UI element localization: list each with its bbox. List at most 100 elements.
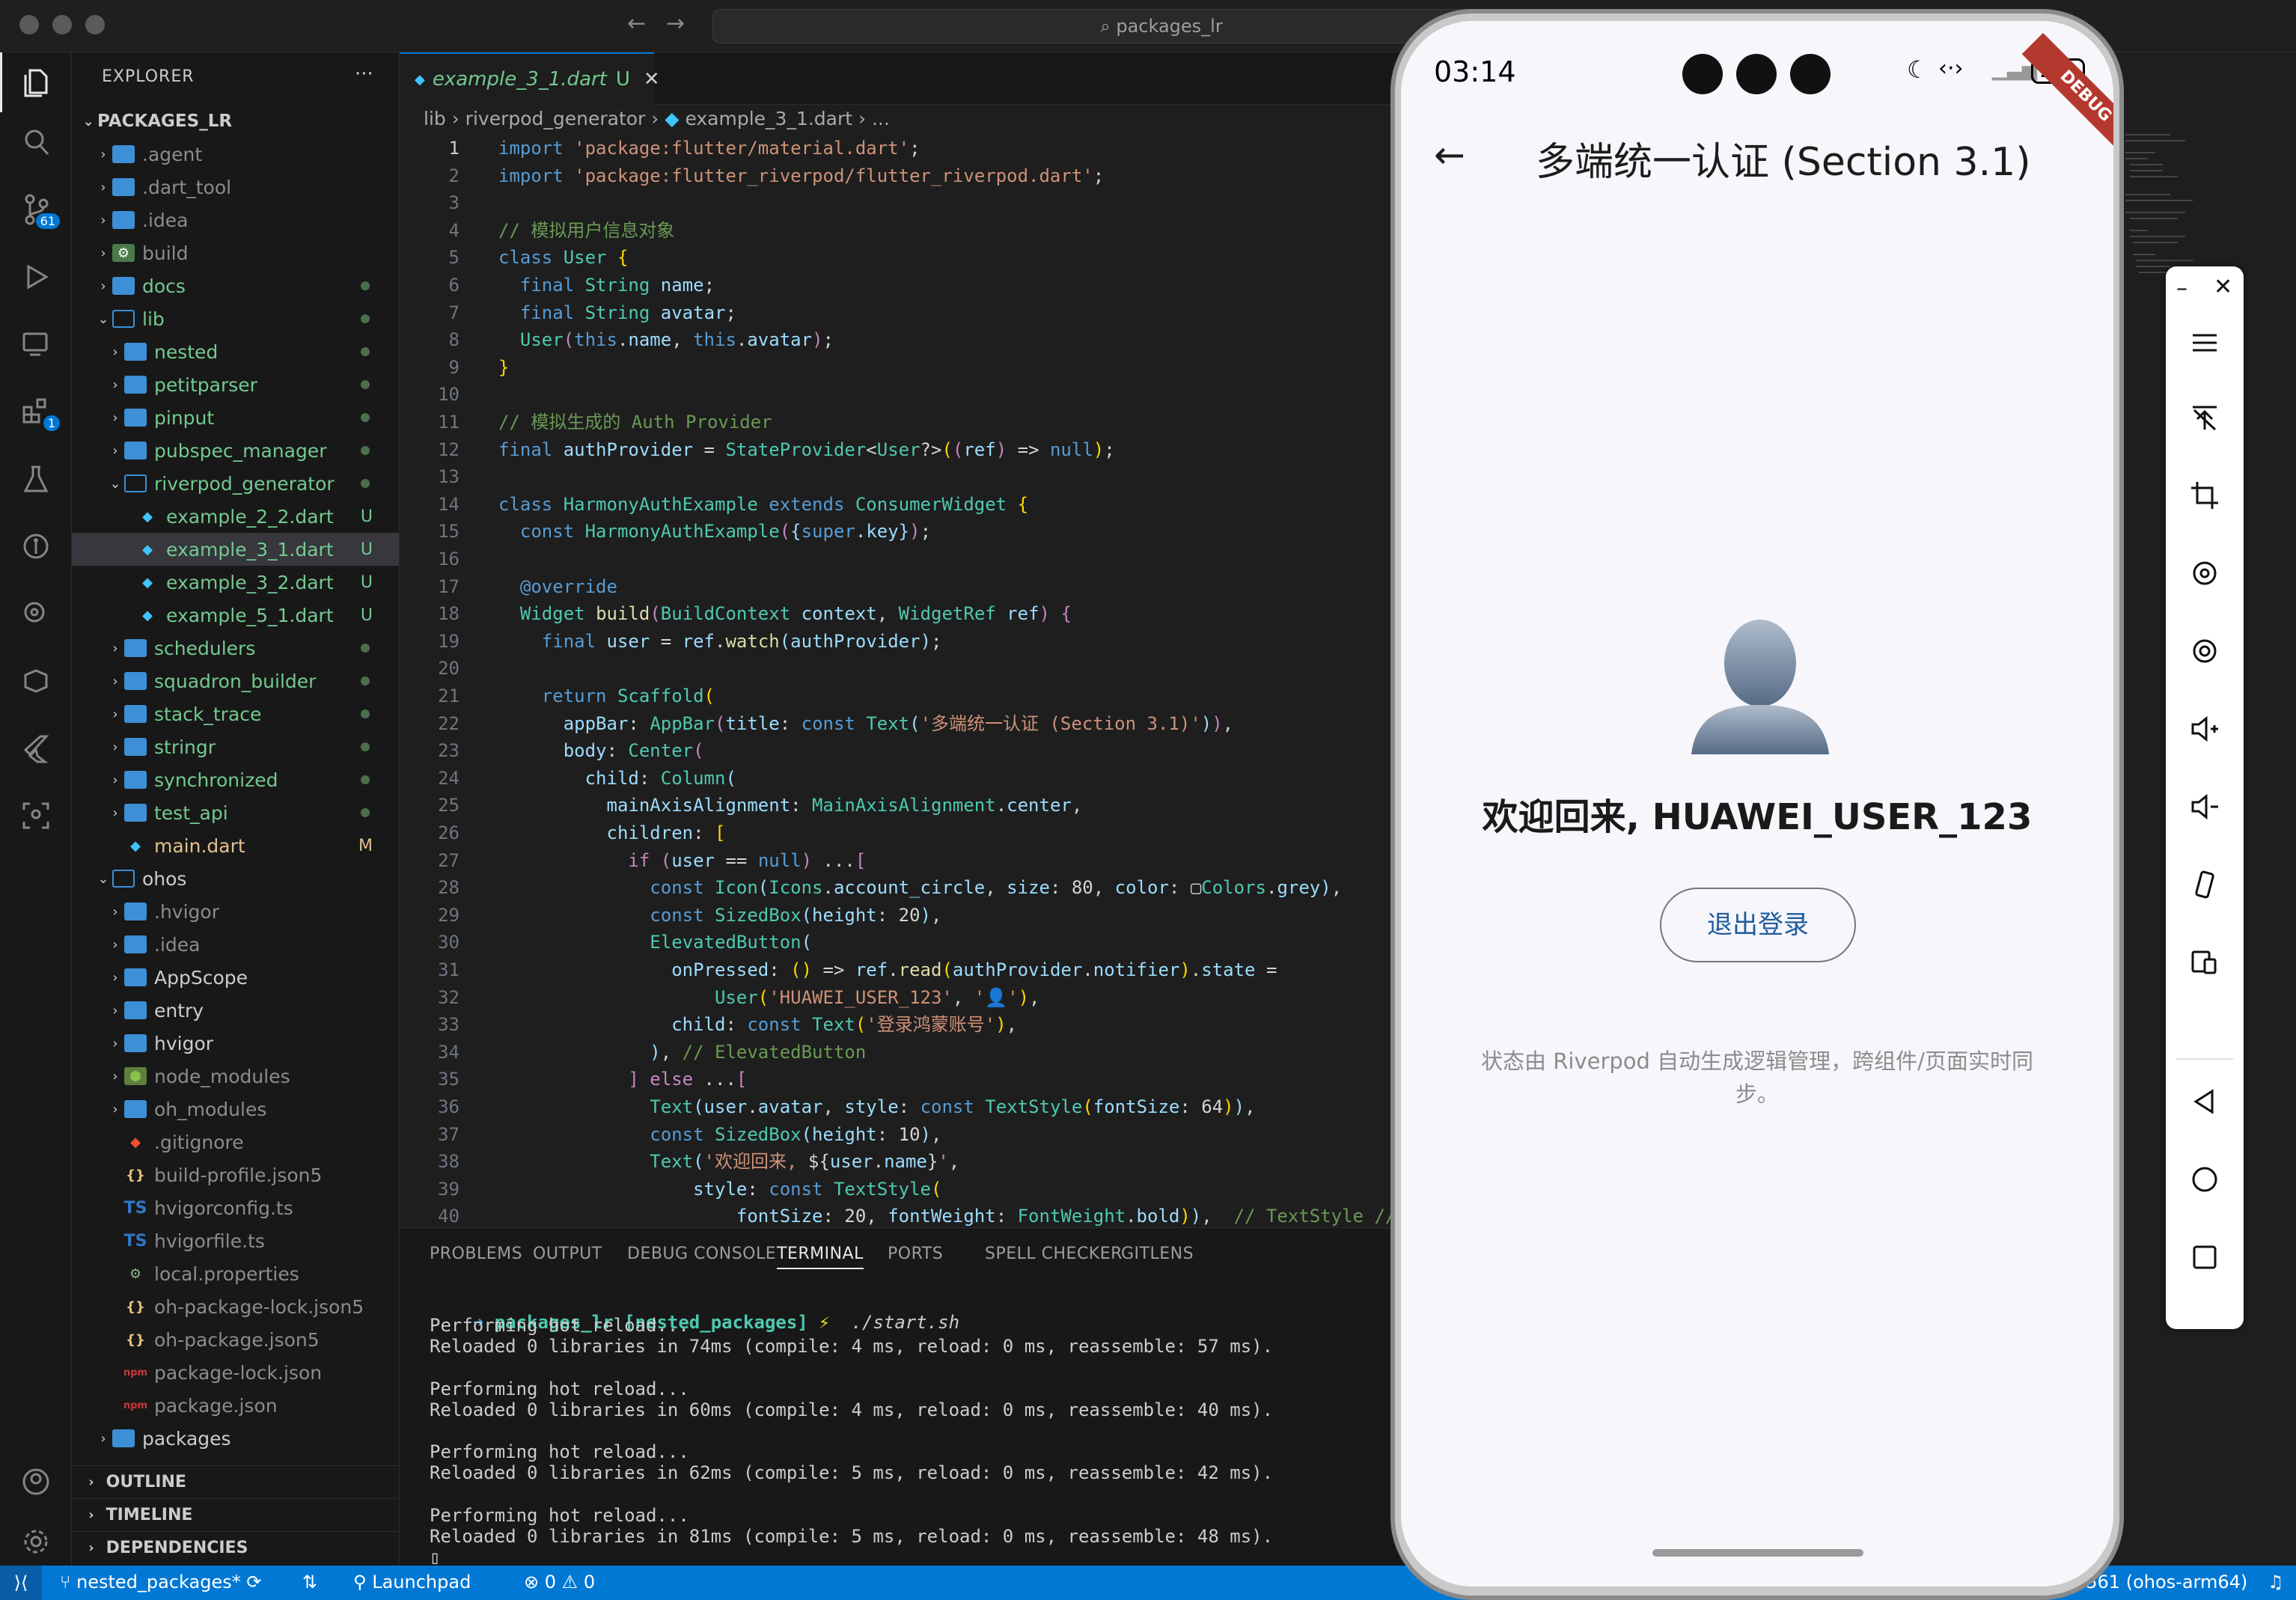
outline-section[interactable]: › OUTLINE [72, 1465, 399, 1498]
tree-item[interactable]: › squadron_builder [72, 665, 399, 697]
containers-icon[interactable] [0, 651, 72, 711]
workspace-header[interactable]: ⌄ PACKAGES_LR [79, 105, 232, 138]
remote-explorer-icon[interactable] [0, 314, 72, 374]
tree-item[interactable]: ◆ example_3_2.dart U [72, 566, 399, 599]
back-arrow-icon[interactable]: ← [627, 10, 646, 37]
tree-item[interactable]: › pinput [72, 401, 399, 434]
tree-item[interactable]: {} oh-package-lock.json5 [72, 1290, 399, 1323]
tree-item[interactable]: › pubspec_manager [72, 434, 399, 467]
tree-item[interactable]: › .agent [72, 138, 399, 171]
more-actions-icon[interactable]: ··· [355, 63, 373, 85]
tree-item[interactable]: ◆ .gitignore [72, 1126, 399, 1158]
nav-home-icon[interactable] [2166, 1157, 2244, 1202]
tree-item[interactable]: › docs [72, 269, 399, 302]
source-control-icon[interactable]: 61 [0, 180, 72, 239]
settings-gear-icon[interactable] [0, 1512, 72, 1572]
panel-tab-problems[interactable]: PROBLEMS [430, 1245, 522, 1263]
tree-item[interactable]: › nested [72, 335, 399, 368]
breadcrumb-item[interactable]: riverpod_generator [465, 108, 646, 129]
tab-example-3-1[interactable]: ◆ example_3_1.dart U ✕ [400, 52, 660, 105]
tree-item[interactable]: ◆ main.dart M [72, 829, 399, 862]
problems-status[interactable]: ⊗ 0 ⚠ 0 [524, 1572, 595, 1593]
code-editor[interactable]: 1 import 'package:flutter/material.dart';… [400, 135, 1447, 1227]
multi-screen-icon[interactable] [2166, 940, 2244, 985]
sync-icon[interactable]: ⇅ [302, 1572, 317, 1593]
tree-item[interactable]: › ⚙ build [72, 236, 399, 269]
minimize-icon[interactable]: – [2176, 275, 2187, 302]
panel-tab-terminal[interactable]: TERMINAL [777, 1245, 864, 1269]
remote-indicator-icon[interactable]: ⟩⟨ [0, 1566, 42, 1600]
tree-item[interactable]: ◆ example_2_2.dart U [72, 500, 399, 533]
shake-device-icon[interactable] [2166, 862, 2244, 907]
breadcrumb-item[interactable]: example_3_1.dart [685, 108, 852, 129]
rotate-alt-icon[interactable] [2166, 629, 2244, 674]
panel-tab-ports[interactable]: PORTS [888, 1245, 943, 1263]
tree-item[interactable]: › ⬢ node_modules [72, 1060, 399, 1093]
tree-item[interactable]: › entry [72, 994, 399, 1027]
tree-item[interactable]: npm package.json [72, 1389, 399, 1422]
nav-recents-icon[interactable] [2166, 1235, 2244, 1280]
testing-flask-icon[interactable] [0, 449, 72, 509]
panel-tab-output[interactable]: OUTPUT [533, 1245, 602, 1263]
crop-screenshot-icon[interactable] [2166, 473, 2244, 518]
tree-item[interactable]: › stack_trace [72, 697, 399, 730]
tree-item[interactable]: ⌄ riverpod_generator [72, 467, 399, 500]
tree-item[interactable]: › packages [72, 1422, 399, 1455]
close-tab-icon[interactable]: ✕ [644, 68, 660, 91]
branch-status[interactable]: ⑂ nested_packages* ⟳ [60, 1572, 262, 1593]
tree-item[interactable]: {} build-profile.json5 [72, 1158, 399, 1191]
menu-icon[interactable] [2166, 320, 2244, 365]
tree-item[interactable]: › .dart_tool [72, 171, 399, 204]
explorer-icon[interactable] [0, 52, 72, 112]
tree-item[interactable]: › schedulers [72, 632, 399, 665]
panel-tab-spell-checker[interactable]: SPELL CHECKER [985, 1245, 1123, 1263]
rotate-icon[interactable] [2166, 551, 2244, 596]
tree-item[interactable]: › stringr [72, 730, 399, 763]
volume-up-icon[interactable] [2166, 706, 2244, 751]
tree-item[interactable]: npm package-lock.json [72, 1356, 399, 1389]
tree-item[interactable]: ◆ example_3_1.dart U [72, 533, 399, 566]
close-icon[interactable]: ✕ [2214, 274, 2232, 300]
maximize-window-button[interactable] [85, 15, 105, 34]
tree-item[interactable]: ⚙ local.properties [72, 1257, 399, 1290]
extensions-icon[interactable]: 1 [0, 382, 72, 442]
launchpad-status[interactable]: ⚲ Launchpad [353, 1572, 471, 1593]
breadcrumb-item[interactable]: lib [424, 108, 446, 129]
tree-item[interactable]: › .hvigor [72, 895, 399, 928]
breadcrumb-item[interactable]: ... [872, 108, 890, 129]
logout-button[interactable]: 退出登录 [1660, 888, 1856, 962]
close-window-button[interactable] [19, 15, 39, 34]
tree-item[interactable]: ⌄ ohos [72, 862, 399, 895]
minimize-window-button[interactable] [52, 15, 72, 34]
tree-item[interactable]: › oh_modules [72, 1093, 399, 1126]
forward-arrow-icon[interactable]: → [666, 10, 685, 37]
search-icon[interactable] [0, 112, 72, 172]
pin-top-icon[interactable] [2166, 395, 2244, 440]
flutter-icon[interactable] [0, 718, 72, 778]
tree-item[interactable]: ◆ example_5_1.dart U [72, 599, 399, 632]
run-debug-icon[interactable] [0, 247, 72, 307]
tree-item[interactable]: › synchronized [72, 763, 399, 796]
tree-item[interactable]: {} oh-package.json5 [72, 1323, 399, 1356]
tree-item[interactable]: TS hvigorconfig.ts [72, 1191, 399, 1224]
panel-tab-gitlens[interactable]: GITLENS [1121, 1245, 1194, 1263]
tree-item[interactable]: › test_api [72, 796, 399, 829]
tree-item[interactable]: ⌄ lib [72, 302, 399, 335]
panel-tab-debug-console[interactable]: DEBUG CONSOLE [627, 1245, 776, 1263]
nav-back-icon[interactable] [2166, 1079, 2244, 1124]
timeline-section[interactable]: › TIMELINE [72, 1498, 399, 1531]
tree-item[interactable]: TS hvigorfile.ts [72, 1224, 399, 1257]
tree-item[interactable]: › hvigor [72, 1027, 399, 1060]
account-icon[interactable] [0, 1452, 72, 1512]
home-indicator[interactable] [1652, 1549, 1863, 1557]
notification-bell-icon[interactable]: ♫ [2268, 1572, 2284, 1593]
appbar-back-arrow-icon[interactable]: ← [1434, 133, 1465, 177]
tree-item[interactable]: › AppScope [72, 961, 399, 994]
scan-icon[interactable] [0, 786, 72, 846]
gitlens-icon[interactable] [0, 516, 72, 576]
tree-item[interactable]: › .idea [72, 204, 399, 236]
dependencies-section[interactable]: › DEPENDENCIES [72, 1531, 399, 1564]
tree-item[interactable]: › petitparser [72, 368, 399, 401]
search-replace-icon[interactable] [0, 584, 72, 644]
volume-down-icon[interactable] [2166, 784, 2244, 829]
